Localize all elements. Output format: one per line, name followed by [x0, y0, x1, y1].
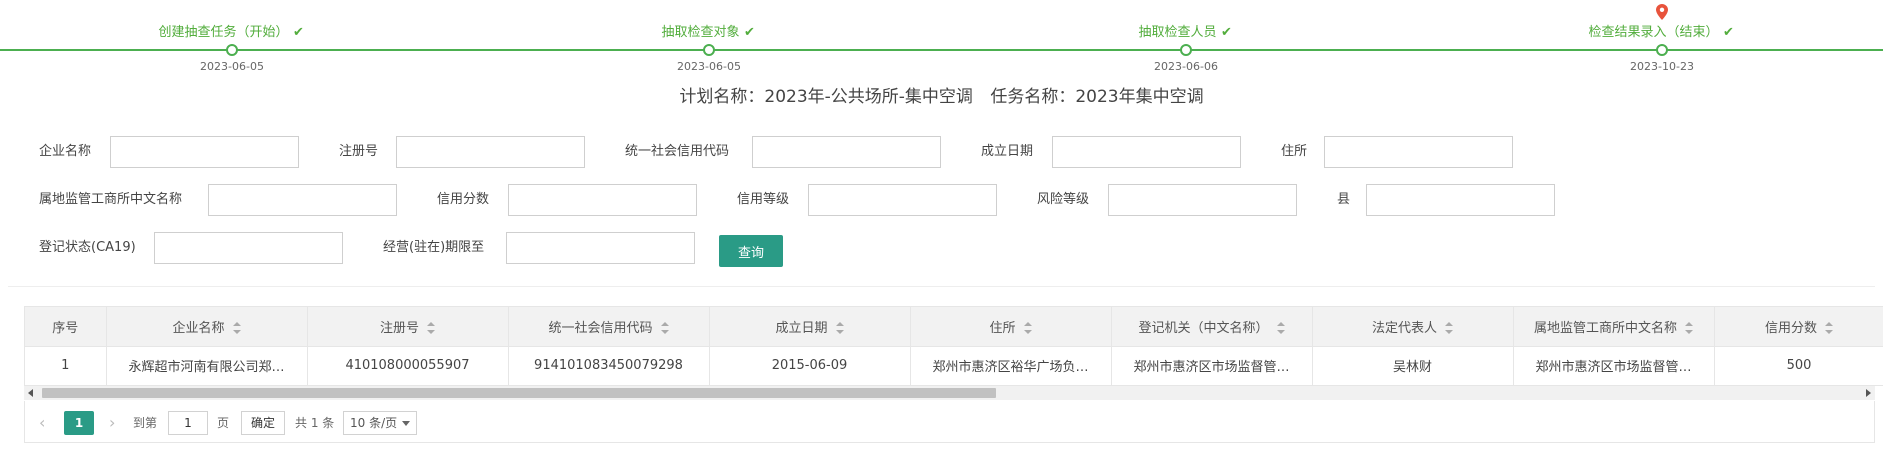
term-until-label: 经营(驻在)期限至 — [383, 240, 485, 255]
sort-icon[interactable] — [427, 322, 435, 335]
local-bureau-label: 属地监管工商所中文名称 — [39, 192, 183, 207]
table-cell: 500 — [1714, 346, 1883, 385]
horizontal-scrollbar[interactable] — [24, 386, 1875, 400]
step-label: 创建抽查任务（开始） — [158, 25, 289, 40]
credit-level-label: 信用等级 — [737, 192, 790, 207]
county-input[interactable] — [1366, 184, 1555, 216]
table-row[interactable]: 1 永辉超市河南有限公司郑… 410108000055907 914101083… — [25, 346, 1883, 385]
column-header-est-date[interactable]: 成立日期 — [709, 307, 911, 347]
step-node — [703, 44, 715, 56]
address-label: 住所 — [1281, 144, 1308, 159]
sort-icon[interactable] — [232, 322, 241, 335]
est-date-input[interactable] — [1052, 136, 1241, 168]
county-label: 县 — [1337, 192, 1351, 207]
page-number-current[interactable]: 1 — [64, 411, 94, 435]
total-count: 共 1 条 — [295, 416, 335, 430]
step-select-objects: 抽取检查对象 ✔ 2023-06-05 — [589, 0, 829, 78]
scrollbar-thumb[interactable] — [42, 388, 996, 398]
step-date: 2023-10-23 — [1630, 60, 1694, 73]
check-icon: ✔ — [744, 25, 755, 40]
check-icon: ✔ — [293, 25, 304, 40]
sort-icon[interactable] — [1825, 322, 1833, 335]
reg-no-input[interactable] — [396, 136, 585, 168]
column-header-credit-code[interactable]: 统一社会信用代码 — [508, 307, 710, 347]
plan-name: 计划名称：2023年-公共场所-集中空调 — [679, 87, 973, 107]
table-cell: 郑州市惠济区市场监督管… — [1513, 346, 1715, 385]
risk-level-input[interactable] — [1108, 184, 1297, 216]
check-icon: ✔ — [1221, 25, 1232, 40]
results-table: 序号 企业名称 注册号 统一社会信用代码 成立日期 住所 登记机关（中文名称） … — [24, 306, 1883, 386]
step-create-task: 创建抽查任务（开始） ✔ 2023-06-05 — [112, 0, 352, 78]
step-label: 抽取检查对象 — [661, 25, 740, 40]
column-header-legal-rep[interactable]: 法定代表人 — [1312, 307, 1514, 347]
pagination: ‹ 1 › 到第 页 确定 共 1 条 10 条/页 — [24, 401, 1875, 443]
sort-icon[interactable] — [835, 322, 844, 335]
term-until-input[interactable] — [506, 232, 695, 264]
query-button[interactable]: 查询 — [719, 235, 783, 267]
table-cell: 914101083450079298 — [508, 346, 710, 385]
column-header-local-bureau[interactable]: 属地监管工商所中文名称 — [1513, 307, 1715, 347]
goto-page-input[interactable] — [168, 411, 208, 435]
table-cell: 410108000055907 — [307, 346, 509, 385]
confirm-button[interactable]: 确定 — [241, 411, 286, 435]
step-select-inspectors: 抽取检查人员 ✔ 2023-06-06 — [1066, 0, 1306, 78]
est-date-label: 成立日期 — [981, 144, 1034, 159]
progress-steps: 创建抽查任务（开始） ✔ 2023-06-05 抽取检查对象 ✔ 2023-06-0… — [0, 0, 1883, 78]
column-header-address[interactable]: 住所 — [910, 307, 1112, 347]
table-cell: 永辉超市河南有限公司郑… — [106, 346, 308, 385]
table-cell: 1 — [25, 346, 107, 385]
divider — [8, 286, 1875, 287]
chevron-down-icon — [402, 421, 410, 426]
sort-icon[interactable] — [1023, 322, 1032, 335]
table-cell: 2015-06-09 — [709, 346, 911, 385]
risk-level-label: 风险等级 — [1037, 192, 1090, 207]
column-header-reg-authority[interactable]: 登记机关（中文名称） — [1111, 307, 1313, 347]
table-header-row: 序号 企业名称 注册号 统一社会信用代码 成立日期 住所 登记机关（中文名称） … — [25, 307, 1883, 347]
step-label: 检查结果录入（结束） — [1588, 25, 1719, 40]
credit-score-input[interactable] — [508, 184, 697, 216]
local-bureau-input[interactable] — [208, 184, 397, 216]
credit-score-label: 信用分数 — [437, 192, 490, 207]
task-name: 任务名称：2023年集中空调 — [990, 87, 1204, 107]
column-header-credit-score[interactable]: 信用分数 — [1714, 307, 1883, 347]
column-header-company-name[interactable]: 企业名称 — [106, 307, 308, 347]
next-page-icon[interactable]: › — [109, 411, 115, 435]
step-node — [1656, 44, 1668, 56]
credit-code-label: 统一社会信用代码 — [625, 144, 730, 159]
page-unit-label: 页 — [217, 416, 230, 430]
location-pin-icon — [1656, 4, 1668, 20]
step-date: 2023-06-06 — [1154, 60, 1218, 73]
sort-icon[interactable] — [1276, 322, 1285, 335]
table-cell: 吴林财 — [1312, 346, 1514, 385]
page-size-select[interactable]: 10 条/页 — [343, 411, 417, 435]
scroll-right-icon[interactable] — [1866, 389, 1871, 397]
table-cell: 郑州市惠济区裕华广场负… — [910, 346, 1112, 385]
scroll-left-icon[interactable] — [28, 389, 33, 397]
sort-icon[interactable] — [1685, 322, 1693, 335]
company-name-input[interactable] — [110, 136, 299, 168]
address-input[interactable] — [1324, 136, 1513, 168]
step-date: 2023-06-05 — [200, 60, 264, 73]
reg-status-input[interactable] — [154, 232, 343, 264]
sort-icon[interactable] — [660, 322, 669, 335]
step-node — [226, 44, 238, 56]
column-header-reg-no[interactable]: 注册号 — [307, 307, 509, 347]
table-cell: 郑州市惠济区市场监督管… — [1111, 346, 1313, 385]
step-label: 抽取检查人员 — [1138, 25, 1217, 40]
check-icon: ✔ — [1723, 25, 1734, 40]
credit-level-input[interactable] — [808, 184, 997, 216]
company-name-label: 企业名称 — [39, 144, 92, 159]
step-enter-results: 检查结果录入（结束） ✔ 2023-10-23 — [1542, 0, 1782, 78]
credit-code-input[interactable] — [752, 136, 941, 168]
reg-no-label: 注册号 — [339, 144, 379, 159]
prev-page-icon[interactable]: ‹ — [39, 411, 45, 435]
page-size-value: 10 条/页 — [350, 416, 398, 430]
step-date: 2023-06-05 — [677, 60, 741, 73]
reg-status-label: 登记状态(CA19) — [39, 240, 136, 255]
step-node — [1180, 44, 1192, 56]
goto-label: 到第 — [133, 416, 158, 430]
plan-title: 计划名称：2023年-公共场所-集中空调 任务名称：2023年集中空调 — [0, 82, 1883, 107]
column-header-index: 序号 — [25, 307, 107, 347]
sort-icon[interactable] — [1445, 322, 1453, 335]
